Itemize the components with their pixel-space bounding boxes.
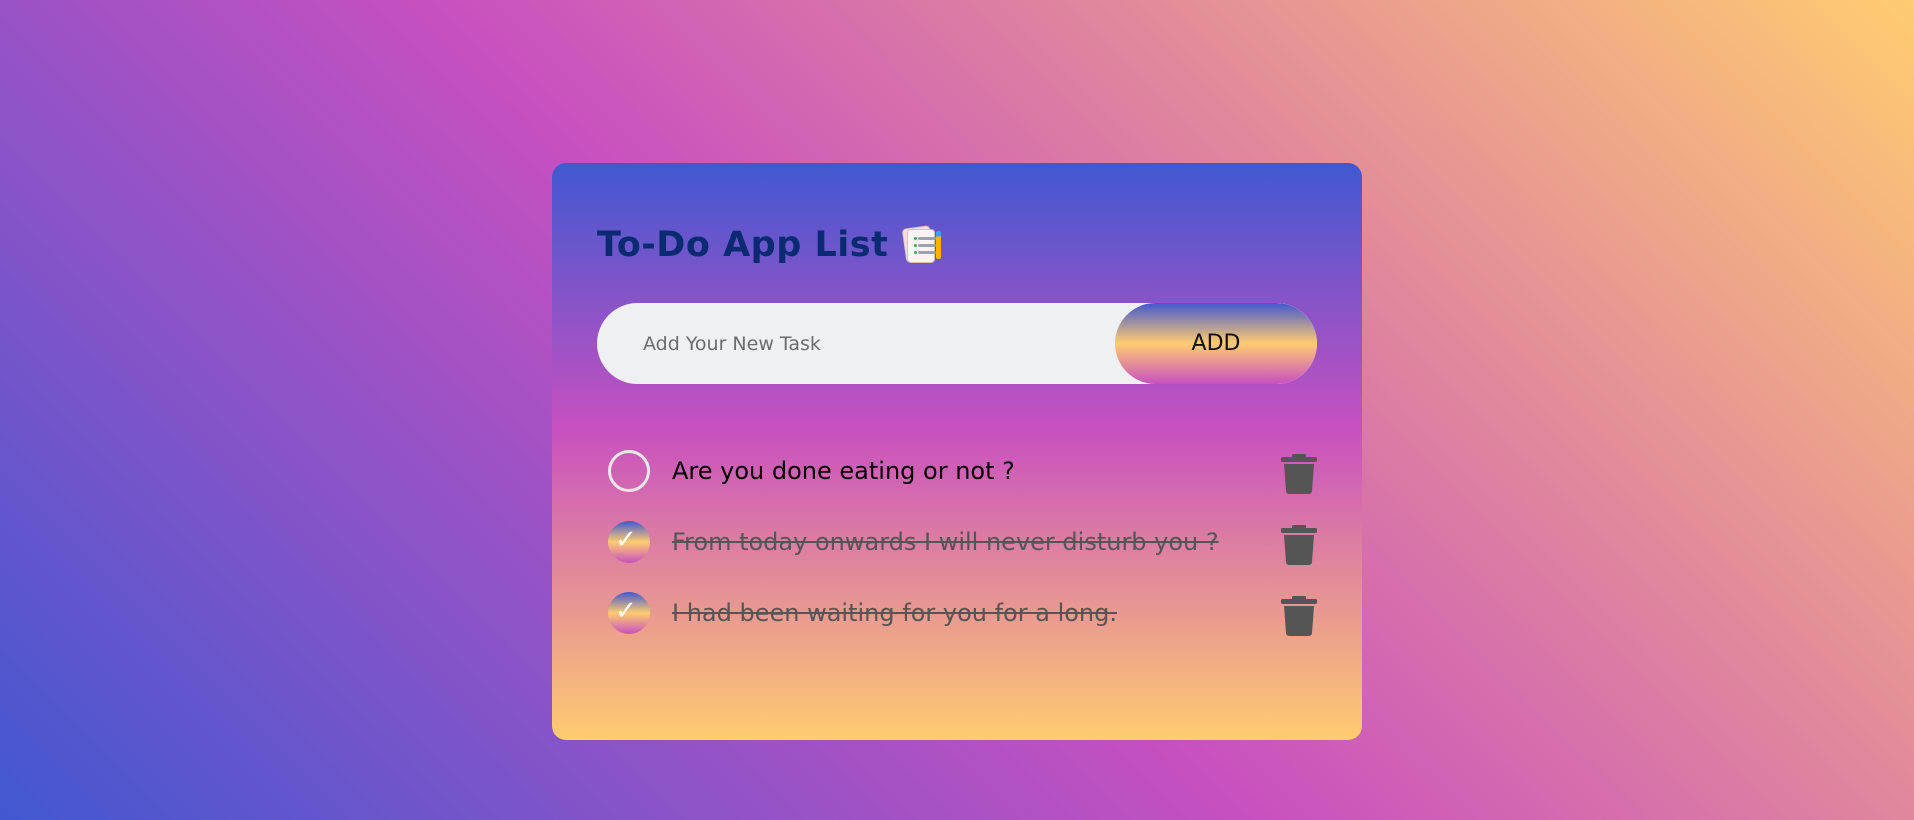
empty-circle-icon[interactable] (608, 449, 650, 492)
new-task-row: ADD (597, 303, 1317, 384)
task-text[interactable]: I had been waiting for you for a long. (672, 599, 1117, 627)
app-title: To-Do App List (597, 225, 889, 265)
task-text[interactable]: Are you done eating or not ? (672, 457, 1015, 485)
task-list: Are you done eating or not ? ✓ From toda… (608, 435, 1318, 648)
trash-icon[interactable] (1280, 596, 1318, 636)
task-item[interactable]: ✓ From today onwards I will never distur… (608, 506, 1318, 577)
task-item[interactable]: ✓ I had been waiting for you for a long. (608, 577, 1318, 648)
checked-circle-icon[interactable]: ✓ (608, 520, 650, 563)
checked-circle-icon[interactable]: ✓ (608, 591, 650, 634)
checkmark-icon: ✓ (615, 524, 637, 555)
add-button[interactable]: ADD (1115, 303, 1317, 384)
title-row: To-Do App List (597, 225, 942, 265)
checklist-icon (902, 225, 942, 265)
checkmark-icon: ✓ (615, 595, 637, 626)
todo-card: To-Do App List ADD Are you done eating o… (552, 163, 1362, 740)
task-item[interactable]: Are you done eating or not ? (608, 435, 1318, 506)
trash-icon[interactable] (1280, 454, 1318, 494)
task-text[interactable]: From today onwards I will never disturb … (672, 528, 1219, 556)
trash-icon[interactable] (1280, 525, 1318, 565)
new-task-input[interactable] (597, 303, 1117, 384)
